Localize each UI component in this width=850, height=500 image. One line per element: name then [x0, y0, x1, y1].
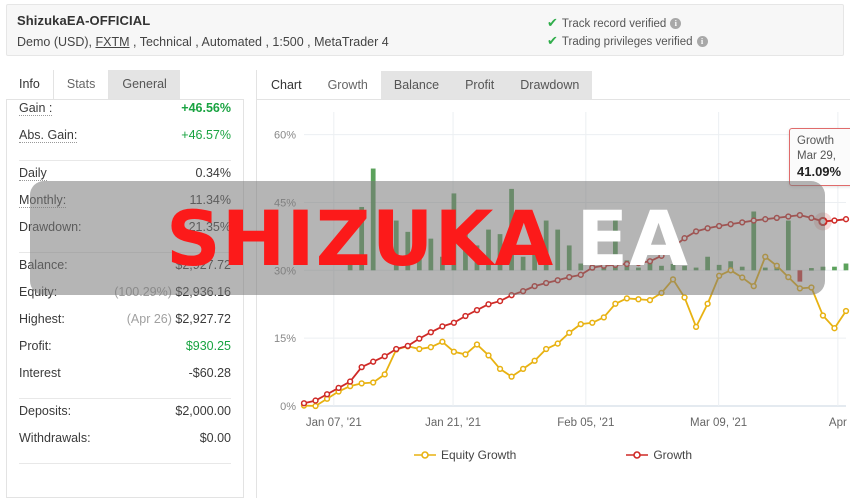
stat-label: Monthly:	[19, 193, 67, 208]
tab-chart[interactable]: Chart	[258, 71, 315, 100]
page-title: ShizukaEA-OFFICIAL	[17, 13, 151, 28]
stat-value: $930.25	[185, 339, 231, 353]
stat-value: (Apr 26) $2,927.72	[127, 312, 231, 326]
stat-row-daily: Daily 0.34%	[7, 166, 243, 193]
verification-row: ✔ Track record verified i	[547, 14, 708, 32]
stat-label: Abs. Gain:	[19, 128, 78, 143]
stat-row-highest: Highest: (Apr 26) $2,927.72	[7, 312, 243, 339]
stat-row-interest: Interest -$60.28	[7, 366, 243, 393]
check-icon: ✔	[547, 15, 558, 30]
chart-canvas[interactable]: 0% 15% 30% 45% 60% Jan 07, '21 Jan 21, '21 Feb …	[256, 104, 850, 454]
stat-value: $0.00	[199, 431, 231, 445]
tab-balance[interactable]: Balance	[380, 71, 453, 100]
legend-marker-icon	[413, 451, 436, 459]
legend-marker-icon	[626, 451, 649, 459]
stat-value-amount: $2,936.16	[175, 285, 231, 299]
verification-row: ✔ Trading privileges verified i	[547, 32, 708, 50]
svg-text:Jan 21, '21: Jan 21, '21	[425, 417, 481, 429]
stat-row-withdrawals: Withdrawals: $0.00	[7, 431, 243, 458]
stat-row-balance: Balance: $2,927.72	[7, 258, 243, 285]
info-icon[interactable]: i	[670, 18, 682, 29]
stats-list: Gain : +46.56% Abs. Gain: +46.57% Daily …	[7, 101, 243, 469]
stat-row-monthly: Monthly: 11.34%	[7, 193, 243, 220]
stat-value: 0.34%	[195, 166, 231, 180]
stat-value-prefix: (Apr 26)	[126, 312, 172, 326]
chart-legend: Equity Growth Growth	[256, 443, 850, 467]
svg-text:Jan 07, '21: Jan 07, '21	[306, 417, 362, 429]
divider	[19, 463, 231, 464]
svg-text:Feb 05, '21: Feb 05, '21	[557, 417, 614, 429]
svg-text:45%: 45%	[274, 197, 296, 209]
svg-text:0%: 0%	[280, 401, 296, 413]
stat-row-profit: Profit: $930.25	[7, 339, 243, 366]
stat-label: Gain :	[19, 101, 53, 116]
tab-info[interactable]: Info	[6, 70, 53, 99]
broker-link[interactable]: FXTM	[95, 35, 129, 49]
stat-label: Equity:	[19, 285, 58, 299]
legend-label: Equity Growth	[440, 448, 517, 462]
stat-value: $2,000.00	[175, 404, 231, 418]
stat-row-equity: Equity: (100.29%) $2,936.16	[7, 285, 243, 312]
stat-value-prefix: (100.29%)	[114, 285, 172, 299]
stat-value: 11.34%	[189, 193, 231, 207]
tooltip-series: Growth	[797, 135, 835, 147]
chart-tabbar: Chart Growth Balance Profit Drawdown	[258, 70, 593, 100]
verification-label: Trading privileges verified	[561, 36, 693, 48]
svg-text:Mar 09, '21: Mar 09, '21	[690, 417, 747, 429]
stat-label: Profit:	[19, 339, 52, 353]
stat-value: +46.56%	[181, 101, 231, 115]
tooltip-date: Mar 29,	[797, 150, 836, 162]
divider	[19, 252, 231, 253]
tab-profit[interactable]: Profit	[452, 71, 508, 100]
svg-text:15%: 15%	[274, 333, 296, 345]
stat-label: Balance:	[19, 258, 68, 272]
stat-value: +46.57%	[181, 128, 231, 142]
account-header: ShizukaEA-OFFICIAL Demo (USD), FXTM , Te…	[6, 4, 844, 56]
legend-item-growth[interactable]: Growth	[626, 448, 692, 462]
tooltip-value: 41.09%	[797, 164, 842, 179]
check-icon: ✔	[547, 33, 558, 48]
profile-page: ShizukaEA-OFFICIAL Demo (USD), FXTM , Te…	[0, 0, 850, 500]
legend-label: Growth	[653, 448, 693, 462]
divider	[19, 398, 231, 399]
account-meta: Demo (USD), FXTM , Technical , Automated…	[17, 35, 389, 49]
stat-value: 21.35%	[188, 220, 231, 234]
stat-row-deposits: Deposits: $2,000.00	[7, 404, 243, 431]
stat-label: Withdrawals:	[19, 431, 91, 445]
tabbar-divider	[256, 99, 850, 100]
stat-label: Interest	[19, 366, 61, 380]
stat-row-drawdown: Drawdown: 21.35%	[7, 220, 243, 247]
stat-row-gain: Gain : +46.56%	[7, 101, 243, 128]
stat-value: -$60.28	[188, 366, 231, 380]
stat-value-amount: $2,927.72	[175, 312, 231, 326]
tab-growth[interactable]: Growth	[314, 71, 381, 100]
svg-text:30%: 30%	[274, 265, 296, 277]
stat-label: Daily	[19, 166, 47, 181]
divider	[19, 160, 231, 161]
verification-label: Track record verified	[561, 18, 667, 30]
legend-item-equity-growth[interactable]: Equity Growth	[413, 448, 517, 462]
chart-tooltip: Growth Mar 29, 41.09%	[789, 128, 850, 186]
account-meta-post: , Technical , Automated , 1:500 , MetaTr…	[129, 35, 389, 49]
account-meta-pre: Demo (USD),	[17, 35, 96, 49]
info-icon[interactable]: i	[696, 36, 708, 47]
stat-row-abs-gain: Abs. Gain: +46.57%	[7, 128, 243, 155]
svg-text:60%: 60%	[274, 130, 296, 142]
stat-label: Deposits:	[19, 404, 72, 418]
verification-badges: ✔ Track record verified i ✔ Trading privile…	[547, 14, 708, 50]
stat-value: $2,927.72	[175, 258, 231, 272]
stat-label: Highest:	[19, 312, 65, 326]
svg-text:Apr: Apr	[829, 417, 847, 429]
growth-chart[interactable]: 0% 15% 30% 45% 60% Jan 07, '21 Jan 21, '21 Feb …	[256, 104, 850, 454]
tab-general[interactable]: General	[109, 70, 180, 99]
tab-drawdown[interactable]: Drawdown	[507, 71, 593, 100]
stat-label: Drawdown:	[19, 220, 82, 234]
stat-value: (100.29%) $2,936.16	[114, 285, 231, 299]
stats-tabbar: Info Stats General	[6, 70, 244, 100]
tab-stats[interactable]: Stats	[52, 70, 110, 99]
